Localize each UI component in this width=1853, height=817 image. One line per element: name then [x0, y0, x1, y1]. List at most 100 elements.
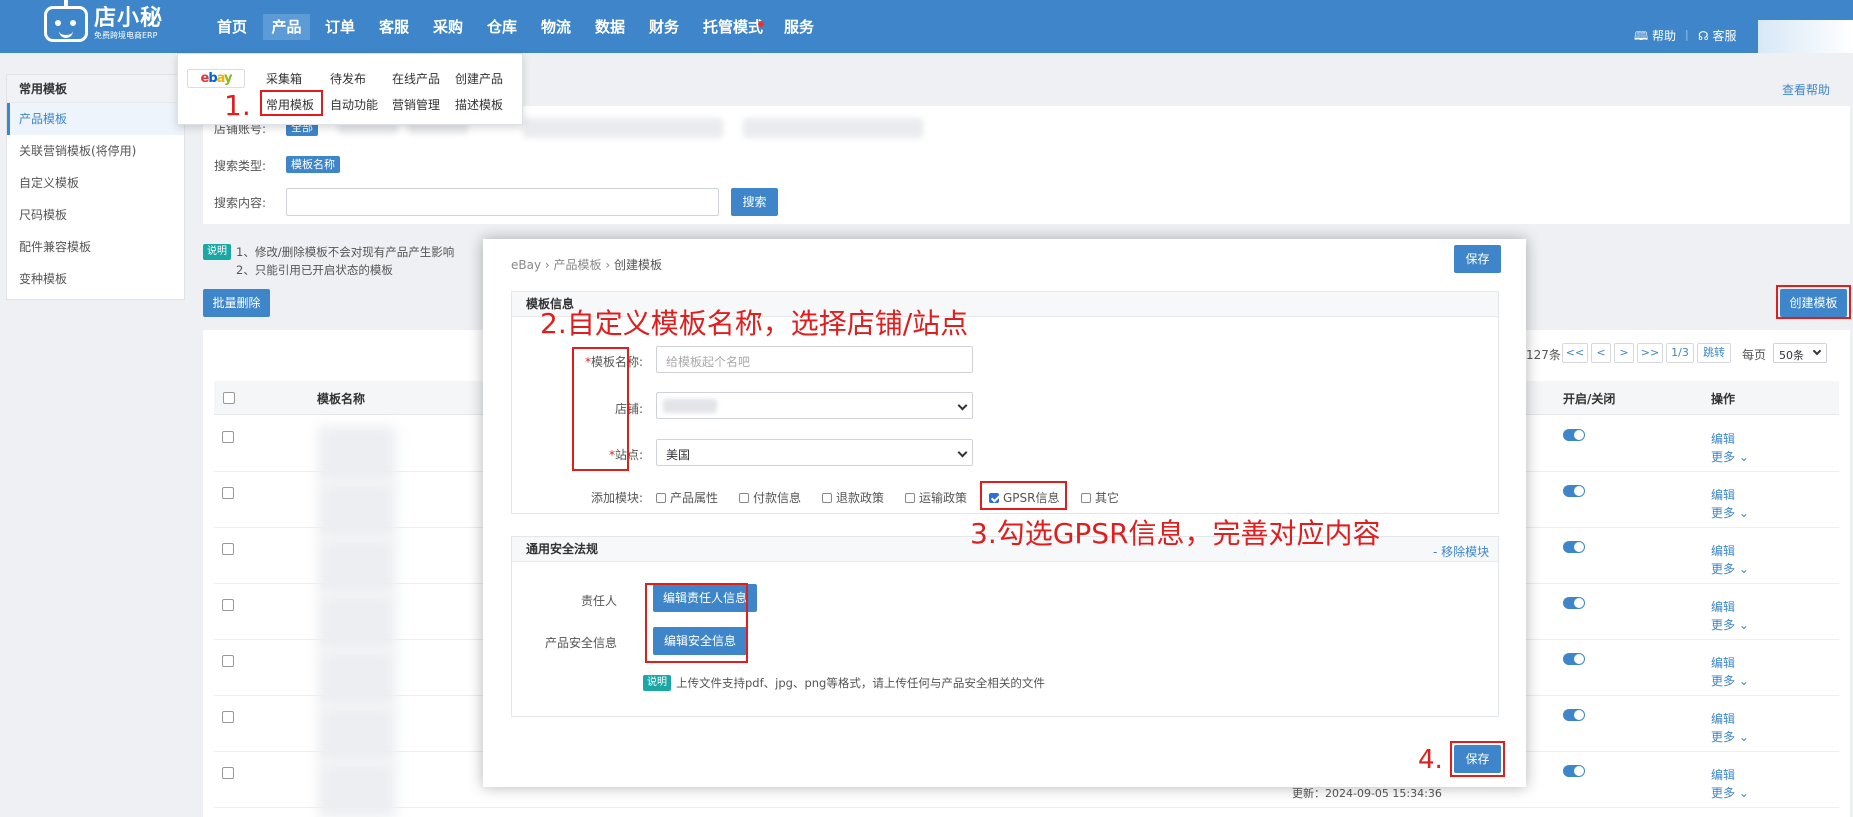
sidebar-item-variant-template[interactable]: 变种模板 — [7, 263, 184, 295]
blurred-shop-name — [663, 399, 717, 413]
sidebar-item-size-template[interactable]: 尺码模板 — [7, 199, 184, 231]
blurred-shop[interactable] — [743, 118, 923, 138]
col-toggle: 开启/关闭 — [1563, 392, 1616, 406]
enable-toggle[interactable] — [1563, 709, 1585, 721]
edit-link[interactable]: 编辑 — [1711, 710, 1735, 727]
blurred-template-name — [318, 650, 396, 706]
chevron-down-icon: ⌄ — [1735, 562, 1749, 576]
nav-finance[interactable]: 财务 — [645, 14, 683, 40]
search-button[interactable]: 搜索 — [731, 188, 778, 216]
row-checkbox[interactable] — [222, 655, 234, 667]
chevron-down-icon — [957, 447, 968, 458]
modal-save-button-top[interactable]: 保存 — [1454, 245, 1501, 273]
nav-customer-service[interactable]: 客服 — [375, 14, 413, 40]
sidebar-item-product-template[interactable]: 产品模板 — [7, 103, 184, 135]
page-jump-button[interactable]: 跳转 — [1697, 343, 1731, 363]
page-last-button[interactable]: >> — [1637, 343, 1663, 363]
menu-pending-publish[interactable]: 待发布 — [330, 70, 366, 87]
shop-select[interactable] — [656, 392, 973, 419]
chevron-right-icon: › — [544, 258, 554, 272]
view-help-link[interactable]: 查看帮助 — [1782, 81, 1830, 98]
more-dropdown[interactable]: 更多 ⌄ — [1711, 504, 1749, 521]
blurred-template-name — [318, 706, 396, 762]
per-page-select[interactable]: 50条 — [1773, 343, 1827, 363]
row-checkbox[interactable] — [222, 487, 234, 499]
row-checkbox[interactable] — [222, 711, 234, 723]
sidebar-item-compatibility-template[interactable]: 配件兼容模板 — [7, 231, 184, 263]
edit-link[interactable]: 编辑 — [1711, 430, 1735, 447]
edit-link[interactable]: 编辑 — [1711, 654, 1735, 671]
menu-create-product[interactable]: 创建产品 — [455, 70, 503, 87]
module-checkbox-refund[interactable]: 退款政策 — [822, 489, 884, 506]
search-type-tag[interactable]: 模板名称 — [286, 156, 340, 173]
nav-orders[interactable]: 订单 — [321, 14, 359, 40]
nav-logistics[interactable]: 物流 — [537, 14, 575, 40]
enable-toggle[interactable] — [1563, 653, 1585, 665]
edit-link[interactable]: 编辑 — [1711, 598, 1735, 615]
highlight-common-templates — [260, 90, 323, 116]
more-dropdown[interactable]: 更多 ⌄ — [1711, 728, 1749, 745]
nav-purchase[interactable]: 采购 — [429, 14, 467, 40]
enable-toggle[interactable] — [1563, 485, 1585, 497]
help-link[interactable]: 🕮 帮助 — [1634, 27, 1676, 48]
sidebar-item-custom-template[interactable]: 自定义模板 — [7, 167, 184, 199]
blurred-template-name — [318, 482, 396, 538]
menu-description-templates[interactable]: 描述模板 — [455, 96, 503, 113]
nav-services[interactable]: 服务 — [779, 14, 819, 40]
enable-toggle[interactable] — [1563, 597, 1585, 609]
more-dropdown[interactable]: 更多 ⌄ — [1711, 616, 1749, 633]
nav-data[interactable]: 数据 — [591, 14, 629, 40]
notification-dot — [758, 21, 764, 27]
nav-home[interactable]: 首页 — [211, 14, 253, 40]
enable-toggle[interactable] — [1563, 765, 1585, 777]
logo-name: 店小秘 — [94, 6, 164, 31]
template-name-input[interactable]: 给模板起个名吧 — [656, 346, 973, 373]
chevron-down-icon: ⌄ — [1735, 618, 1749, 632]
enable-toggle[interactable] — [1563, 541, 1585, 553]
edit-link[interactable]: 编辑 — [1711, 766, 1735, 783]
menu-marketing-management[interactable]: 营销管理 — [392, 96, 440, 113]
row-checkbox[interactable] — [222, 767, 234, 779]
module-checkbox-other[interactable]: 其它 — [1081, 489, 1119, 506]
page-next-button[interactable]: > — [1614, 343, 1634, 363]
site-select[interactable]: 美国 — [656, 439, 973, 466]
row-checkbox[interactable] — [222, 431, 234, 443]
logo[interactable]: 店小秘 免费跨境电商ERP — [44, 0, 164, 42]
user-account-area[interactable] — [1758, 20, 1853, 53]
edit-link[interactable]: 编辑 — [1711, 486, 1735, 503]
blurred-shop[interactable] — [523, 118, 723, 138]
search-input[interactable] — [286, 188, 719, 216]
more-dropdown[interactable]: 更多 ⌄ — [1711, 784, 1749, 801]
select-all-checkbox[interactable] — [223, 392, 235, 404]
nav-warehouse[interactable]: 仓库 — [483, 14, 521, 40]
module-checkbox-payment[interactable]: 付款信息 — [739, 489, 801, 506]
search-content-label: 搜索内容: — [214, 196, 267, 210]
headset-icon: ☊ — [1698, 29, 1709, 43]
enable-toggle[interactable] — [1563, 429, 1585, 441]
more-dropdown[interactable]: 更多 ⌄ — [1711, 560, 1749, 577]
more-dropdown[interactable]: 更多 ⌄ — [1711, 672, 1749, 689]
menu-online-products[interactable]: 在线产品 — [392, 70, 440, 87]
ebay-platform-tab[interactable]: ebay — [187, 69, 245, 88]
blurred-template-name — [318, 594, 396, 650]
row-checkbox[interactable] — [222, 599, 234, 611]
page-indicator[interactable]: 1/3 — [1666, 343, 1694, 363]
module-checkbox-shipping[interactable]: 运输政策 — [905, 489, 967, 506]
service-link[interactable]: ☊ 客服 — [1698, 27, 1737, 44]
sidebar-item-related-marketing[interactable]: 关联营销模板(将停用) — [7, 135, 184, 167]
remove-module-link[interactable]: - 移除模块 — [1433, 543, 1489, 560]
page-prev-button[interactable]: < — [1591, 343, 1611, 363]
nav-hosting-mode[interactable]: 托管模式 — [700, 14, 766, 40]
batch-delete-button[interactable]: 批量删除 — [203, 289, 270, 317]
more-dropdown[interactable]: 更多 ⌄ — [1711, 448, 1749, 465]
blurred-template-name — [318, 538, 396, 594]
page-first-button[interactable]: << — [1562, 343, 1588, 363]
edit-link[interactable]: 编辑 — [1711, 542, 1735, 559]
menu-collection-box[interactable]: 采集箱 — [266, 70, 302, 87]
module-checkbox-product-attributes[interactable]: 产品属性 — [656, 489, 718, 506]
book-icon: 🕮 — [1634, 29, 1649, 43]
highlight-safety-buttons — [645, 583, 748, 663]
row-checkbox[interactable] — [222, 543, 234, 555]
nav-product[interactable]: 产品 — [263, 14, 310, 40]
menu-auto-functions[interactable]: 自动功能 — [330, 96, 378, 113]
